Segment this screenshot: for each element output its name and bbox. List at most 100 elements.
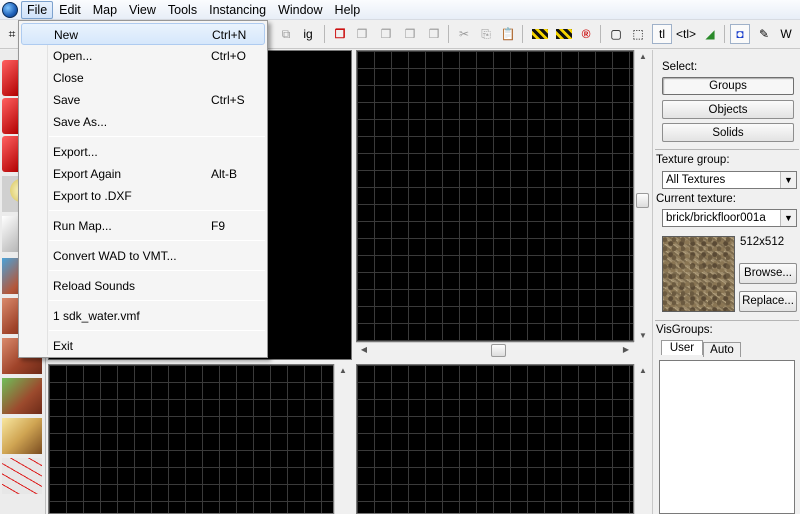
menu-item-recent-file[interactable]: 1 sdk_water.vmf [21, 305, 265, 327]
scroll-down-icon[interactable]: ▼ [635, 331, 651, 340]
texture-group-label: Texture group: [656, 154, 730, 166]
menu-item-label: Open... [53, 49, 93, 63]
menu-view[interactable]: View [123, 1, 162, 19]
carve-icon[interactable]: ❒ [330, 24, 350, 44]
browse-button[interactable]: Browse... [739, 263, 797, 284]
ignore-groups-button[interactable]: ig [298, 24, 318, 44]
menu-separator [49, 300, 265, 301]
menu-bar: File Edit Map View Tools Instancing Wind… [0, 0, 800, 20]
select-box-icon[interactable]: ▢ [606, 24, 626, 44]
menu-item-export-again[interactable]: Export Again Alt-B [21, 163, 265, 185]
vertex-icon[interactable]: ❒ [400, 24, 420, 44]
menu-item-export-dxf[interactable]: Export to .DXF [21, 185, 265, 207]
select-objects-button[interactable]: Objects [662, 100, 794, 119]
viewport-front-vscroll[interactable]: ▲ [334, 364, 350, 514]
chevron-down-icon[interactable]: ▼ [780, 210, 796, 226]
current-texture-value: brick/brickfloor001a [666, 212, 766, 224]
menu-map[interactable]: Map [87, 1, 123, 19]
visgroups-list[interactable] [659, 360, 795, 514]
select-groups-button[interactable]: Groups [662, 77, 794, 95]
menu-separator [49, 270, 265, 271]
scroll-right-icon[interactable]: ▶ [618, 345, 634, 354]
select-solids-button[interactable]: Solids [662, 123, 794, 142]
cut-icon[interactable]: ✂ [454, 24, 474, 44]
hide-selection-icon[interactable] [532, 29, 548, 39]
current-texture-label: Current texture: [656, 193, 736, 205]
paste-icon[interactable]: 📋 [498, 24, 518, 44]
menu-item-run-map[interactable]: Run Map... F9 [21, 215, 265, 237]
panel-divider [655, 320, 799, 321]
texture-lock-icon[interactable]: ❒ [424, 24, 444, 44]
menu-instancing[interactable]: Instancing [203, 1, 272, 19]
scroll-left-icon[interactable]: ◀ [356, 345, 372, 354]
menu-item-new[interactable]: New Ctrl+N [21, 23, 265, 45]
menu-item-label: New [54, 28, 79, 42]
show-hidden-icon[interactable]: ® [576, 24, 596, 44]
texture-lock-button[interactable]: tl [652, 24, 672, 44]
hide-unselected-icon[interactable] [556, 29, 572, 39]
app-logo-icon[interactable] [2, 1, 18, 18]
tab-auto[interactable]: Auto [703, 342, 741, 357]
menu-file[interactable]: File [21, 0, 54, 19]
menu-help[interactable]: Help [329, 1, 367, 19]
entity-report-icon[interactable]: W [776, 24, 796, 44]
menu-item-label: Export Again [53, 167, 122, 181]
group-icon[interactable]: ⧉ [276, 24, 296, 44]
menu-item-label: Reload Sounds [53, 279, 136, 293]
toolbar-separator [724, 25, 725, 43]
scroll-thumb[interactable] [491, 344, 506, 357]
texture-group-value: All Textures [666, 174, 726, 186]
current-texture-dropdown[interactable]: brick/brickfloor001a ▼ [662, 209, 797, 227]
menu-item-reload-sounds[interactable]: Reload Sounds [21, 275, 265, 297]
menu-item-export[interactable]: Export... [21, 141, 265, 163]
menu-item-shortcut: F9 [211, 219, 226, 233]
menu-item-save[interactable]: Save Ctrl+S [21, 89, 265, 111]
copy-icon[interactable]: ⎘ [476, 24, 496, 44]
vertex-tool-icon[interactable] [2, 458, 42, 494]
scroll-up-icon[interactable]: ▲ [635, 366, 651, 375]
viewport-side-vscroll[interactable]: ▲ [634, 364, 650, 514]
menu-item-label: Save As... [53, 115, 108, 129]
toolbar-separator [522, 25, 523, 43]
chevron-down-icon[interactable]: ▼ [780, 172, 796, 188]
menu-separator [49, 330, 265, 331]
menu-separator [49, 136, 265, 137]
menu-item-shortcut: Ctrl+S [211, 93, 245, 107]
clip-icon[interactable]: ❒ [376, 24, 396, 44]
toggle-selection-icon[interactable]: ⬚ [628, 24, 648, 44]
object-properties-panel: Select: Groups Objects Solids Texture gr… [652, 50, 800, 514]
menu-item-label: Save [53, 93, 81, 107]
overlay-tool-icon[interactable] [2, 378, 42, 414]
display-helpers-icon[interactable]: ◘ [730, 24, 750, 44]
tab-user[interactable]: User [661, 340, 703, 355]
select-label: Select: [662, 61, 698, 73]
texture-preview-image [662, 236, 735, 312]
scroll-up-icon[interactable]: ▲ [635, 52, 651, 61]
texture-scale-lock-button[interactable]: <tl> [674, 24, 698, 44]
scroll-thumb[interactable] [636, 193, 649, 208]
viewport-front[interactable] [48, 364, 334, 514]
clipping-tool-icon[interactable] [2, 418, 42, 454]
menu-item-label: Run Map... [53, 219, 112, 233]
model-scale-icon[interactable]: ✎ [754, 24, 774, 44]
menu-item-close[interactable]: Close [21, 67, 265, 89]
scroll-up-icon[interactable]: ▲ [335, 366, 351, 375]
menu-item-open[interactable]: Open... Ctrl+O [21, 45, 265, 67]
viewport-top-vscroll[interactable]: ▲ ▼ [634, 50, 650, 342]
viewport-top[interactable] [356, 50, 634, 342]
menu-edit[interactable]: Edit [53, 1, 87, 19]
menu-item-convert-wad[interactable]: Convert WAD to VMT... [21, 245, 265, 267]
hammer-editor-window: File Edit Map View Tools Instancing Wind… [0, 0, 800, 514]
menu-item-label: Convert WAD to VMT... [53, 249, 177, 263]
hollow-icon[interactable]: ❒ [352, 24, 372, 44]
texture-group-dropdown[interactable]: All Textures ▼ [662, 171, 797, 189]
viewport-side[interactable] [356, 364, 634, 514]
menu-window[interactable]: Window [272, 1, 328, 19]
replace-button[interactable]: Replace... [739, 291, 797, 312]
menu-tools[interactable]: Tools [162, 1, 203, 19]
menu-item-shortcut: Ctrl+N [212, 28, 247, 42]
viewport-top-hscroll[interactable]: ◀ ▶ [356, 342, 634, 358]
menu-item-save-as[interactable]: Save As... [21, 111, 265, 133]
menu-item-exit[interactable]: Exit [21, 335, 265, 357]
face-alignment-icon[interactable]: ◢ [700, 24, 720, 44]
